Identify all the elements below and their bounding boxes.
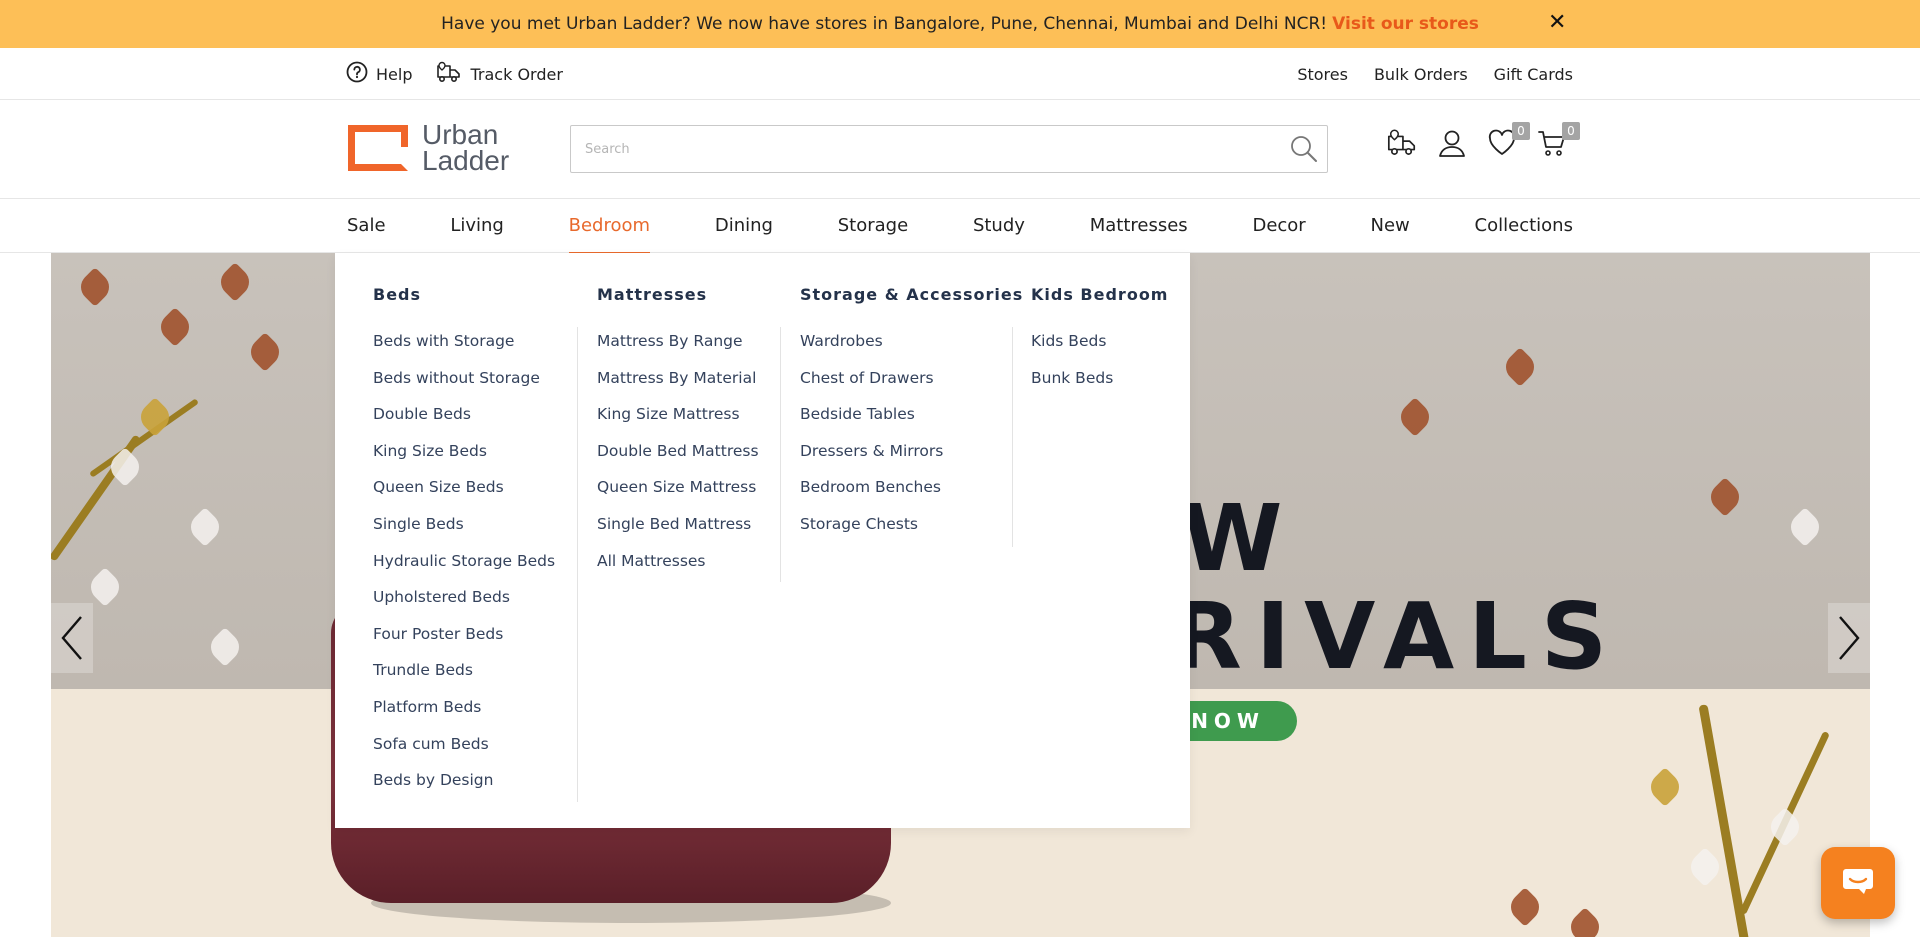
logo[interactable]: Urban Ladder bbox=[348, 121, 510, 176]
menu-item[interactable]: All Mattresses bbox=[597, 543, 759, 580]
logo-text: Urban Ladder bbox=[422, 121, 510, 176]
nav-item-mattresses[interactable]: Mattresses bbox=[1090, 199, 1188, 253]
menu-list-mattresses: Mattress By Range Mattress By Material K… bbox=[597, 323, 759, 579]
menu-item[interactable]: Sofa cum Beds bbox=[373, 726, 555, 763]
chat-widget-button[interactable] bbox=[1821, 847, 1895, 919]
menu-item[interactable]: Trundle Beds bbox=[373, 652, 555, 689]
menu-item[interactable]: Bunk Beds bbox=[1031, 360, 1113, 397]
logo-mark-icon bbox=[348, 125, 408, 171]
nav-item-study[interactable]: Study bbox=[973, 199, 1025, 253]
chat-icon bbox=[1841, 866, 1875, 900]
menu-item[interactable]: Beds by Design bbox=[373, 762, 555, 799]
logo-line-2: Ladder bbox=[422, 145, 510, 176]
search-box bbox=[570, 125, 1328, 173]
search-icon[interactable] bbox=[1289, 134, 1319, 168]
menu-item[interactable]: Beds without Storage bbox=[373, 360, 555, 397]
menu-heading-beds[interactable]: Beds bbox=[373, 285, 421, 304]
site-header: Urban Ladder 0 0 bbox=[0, 100, 1920, 199]
visit-stores-link[interactable]: Visit our stores bbox=[1332, 14, 1479, 34]
banner-headline-line-2: RIVALS bbox=[1171, 583, 1622, 690]
help-icon bbox=[346, 61, 368, 87]
menu-item[interactable]: Kids Beds bbox=[1031, 323, 1113, 360]
menu-item[interactable]: Dressers & Mirrors bbox=[800, 433, 943, 470]
wishlist-count: 0 bbox=[1512, 122, 1530, 140]
carousel-next-icon[interactable] bbox=[1828, 603, 1870, 673]
announcement-bar: Have you met Urban Ladder? We now have s… bbox=[0, 0, 1920, 48]
menu-item[interactable]: Platform Beds bbox=[373, 689, 555, 726]
header-icons: 0 0 bbox=[1386, 122, 1580, 160]
menu-item[interactable]: Upholstered Beds bbox=[373, 579, 555, 616]
menu-item[interactable]: Bedside Tables bbox=[800, 396, 943, 433]
nav-item-storage[interactable]: Storage bbox=[838, 199, 908, 253]
menu-item[interactable]: Mattress By Range bbox=[597, 323, 759, 360]
cart-count: 0 bbox=[1562, 122, 1580, 140]
nav-item-sale[interactable]: Sale bbox=[347, 199, 386, 253]
menu-item[interactable]: Mattress By Material bbox=[597, 360, 759, 397]
nav-item-collections[interactable]: Collections bbox=[1475, 199, 1573, 253]
menu-list-beds: Beds with Storage Beds without Storage D… bbox=[373, 323, 555, 799]
menu-item[interactable]: Double Bed Mattress bbox=[597, 433, 759, 470]
menu-heading-mattresses[interactable]: Mattresses bbox=[597, 285, 707, 304]
page: Have you met Urban Ladder? We now have s… bbox=[0, 0, 1920, 937]
menu-divider bbox=[1012, 327, 1013, 547]
announcement-message: Have you met Urban Ladder? We now have s… bbox=[441, 14, 1328, 34]
wishlist-icon[interactable]: 0 bbox=[1486, 122, 1530, 160]
menu-item[interactable]: Wardrobes bbox=[800, 323, 943, 360]
stores-link[interactable]: Stores bbox=[1297, 65, 1348, 84]
menu-item[interactable]: Beds with Storage bbox=[373, 323, 555, 360]
menu-item[interactable]: Queen Size Beds bbox=[373, 469, 555, 506]
main-nav-list: Sale Living Bedroom Dining Storage Study… bbox=[347, 199, 1573, 254]
menu-heading-kids-bedroom[interactable]: Kids Bedroom bbox=[1031, 285, 1168, 304]
track-order-link[interactable]: Track Order bbox=[436, 60, 563, 88]
menu-item[interactable]: Double Beds bbox=[373, 396, 555, 433]
menu-heading-storage-accessories[interactable]: Storage & Accessories bbox=[800, 285, 1023, 304]
menu-item[interactable]: Bedroom Benches bbox=[800, 469, 943, 506]
nav-item-decor[interactable]: Decor bbox=[1252, 199, 1305, 253]
menu-item[interactable]: Single Bed Mattress bbox=[597, 506, 759, 543]
nav-item-new[interactable]: New bbox=[1370, 199, 1409, 253]
menu-item[interactable]: King Size Mattress bbox=[597, 396, 759, 433]
close-icon[interactable]: ✕ bbox=[1548, 12, 1566, 34]
menu-item[interactable]: Four Poster Beds bbox=[373, 616, 555, 653]
menu-item[interactable]: King Size Beds bbox=[373, 433, 555, 470]
menu-item[interactable]: Single Beds bbox=[373, 506, 555, 543]
cart-icon[interactable]: 0 bbox=[1536, 122, 1580, 160]
menu-list-storage-accessories: Wardrobes Chest of Drawers Bedside Table… bbox=[800, 323, 943, 543]
user-icon[interactable] bbox=[1436, 126, 1468, 160]
help-link[interactable]: Help bbox=[346, 61, 412, 87]
track-order-icon bbox=[436, 60, 462, 88]
gift-cards-link[interactable]: Gift Cards bbox=[1494, 65, 1573, 84]
menu-list-kids-bedroom: Kids Beds Bunk Beds bbox=[1031, 323, 1113, 396]
track-order-label: Track Order bbox=[470, 64, 563, 84]
utility-bar: Help Track Order Stores Bulk Orders Gift… bbox=[0, 48, 1920, 100]
nav-item-bedroom[interactable]: Bedroom bbox=[568, 199, 651, 254]
main-nav: Sale Living Bedroom Dining Storage Study… bbox=[0, 199, 1920, 254]
bulk-orders-link[interactable]: Bulk Orders bbox=[1374, 65, 1468, 84]
menu-divider bbox=[780, 327, 781, 582]
utility-right: Stores Bulk Orders Gift Cards bbox=[1297, 48, 1573, 100]
menu-divider bbox=[577, 327, 578, 802]
nav-item-living[interactable]: Living bbox=[450, 199, 504, 253]
menu-item[interactable]: Chest of Drawers bbox=[800, 360, 943, 397]
help-label: Help bbox=[376, 64, 413, 84]
menu-item[interactable]: Queen Size Mattress bbox=[597, 469, 759, 506]
bedroom-mega-menu: Beds Beds with Storage Beds without Stor… bbox=[335, 253, 1190, 828]
delivery-truck-icon[interactable] bbox=[1386, 126, 1418, 160]
nav-item-dining[interactable]: Dining bbox=[715, 199, 773, 253]
carousel-prev-icon[interactable] bbox=[51, 603, 93, 673]
menu-item[interactable]: Hydraulic Storage Beds bbox=[373, 543, 555, 580]
banner-headline-line-1: W bbox=[1181, 485, 1297, 592]
utility-left: Help Track Order bbox=[346, 48, 563, 100]
menu-item[interactable]: Storage Chests bbox=[800, 506, 943, 543]
search-input[interactable] bbox=[571, 126, 1251, 172]
